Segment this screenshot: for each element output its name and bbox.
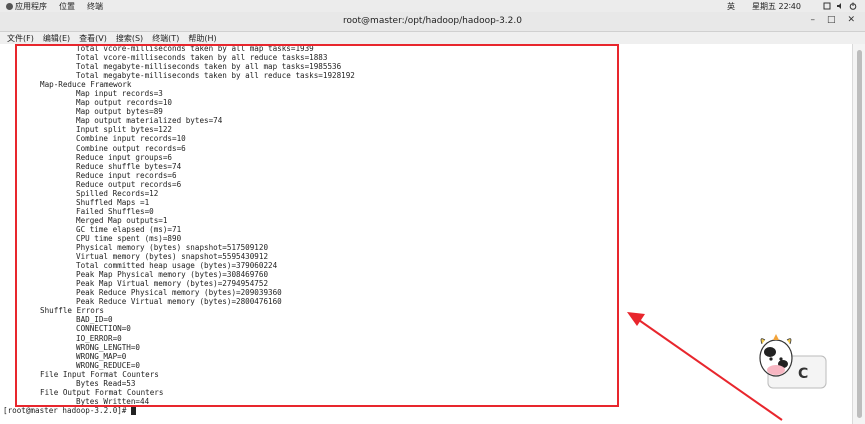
terminal-line: Bytes Read=53: [76, 378, 136, 388]
terminal-line: WRONG_MAP=0: [76, 351, 127, 361]
terminal-app-menu[interactable]: 终端: [87, 1, 103, 12]
cow-mascot-icon[interactable]: C: [750, 328, 830, 392]
svg-text:C: C: [798, 366, 808, 382]
terminal-line: Map output records=10: [76, 98, 173, 108]
menu-search[interactable]: 搜索(S): [116, 33, 143, 44]
output-lines: Total vcore-milliseconds taken by all ma…: [6, 44, 355, 406]
terminal-line: Map output materialized bytes=74: [76, 116, 223, 126]
terminal-line: Peak Map Virtual memory (bytes)=27949547…: [76, 279, 269, 289]
maximize-icon[interactable]: □: [827, 15, 836, 25]
window-title: root@master:/opt/hadoop/hadoop-3.2.0: [343, 16, 522, 26]
terminal-line: Shuffled Maps =1: [76, 197, 150, 207]
clock[interactable]: 星期五 22∶40: [752, 0, 801, 12]
terminal-line: Combine output records=6: [76, 143, 186, 153]
terminal-line: Reduce shuffle bytes=74: [76, 161, 182, 171]
terminal-line: Total megabyte-milliseconds taken by all…: [76, 62, 342, 72]
terminal-line: Combine input records=10: [76, 134, 186, 144]
power-icon[interactable]: [849, 0, 857, 12]
terminal-line: Map-Reduce Framework: [40, 80, 132, 90]
menu-edit[interactable]: 编辑(E): [43, 33, 70, 44]
terminal-line: Peak Reduce Physical memory (bytes)=2090…: [76, 288, 282, 298]
apps-icon: [6, 2, 13, 10]
terminal-line: WRONG_LENGTH=0: [76, 342, 141, 352]
terminal-line: Total megabyte-milliseconds taken by all…: [76, 71, 355, 81]
apps-menu[interactable]: 应用程序: [6, 1, 47, 12]
menu-file[interactable]: 文件(F): [7, 33, 34, 44]
terminal-line: WRONG_REDUCE=0: [76, 360, 141, 370]
terminal-line: Input split bytes=122: [76, 125, 173, 135]
scrollbar-thumb[interactable]: [857, 50, 862, 418]
terminal-line: File Input Format Counters: [40, 369, 159, 379]
terminal-line: Virtual memory (bytes) snapshot=55954309…: [76, 252, 269, 262]
close-icon[interactable]: ✕: [847, 15, 855, 25]
text-cursor: [131, 407, 137, 415]
terminal-menubar: 文件(F) 编辑(E) 查看(V) 搜索(S) 终端(T) 帮助(H): [0, 32, 865, 44]
terminal-line: Merged Map outputs=1: [76, 215, 168, 225]
terminal-line: Reduce input groups=6: [76, 152, 173, 162]
window-title-bar[interactable]: root@master:/opt/hadoop/hadoop-3.2.0 – □…: [0, 12, 865, 32]
places-menu[interactable]: 位置: [59, 1, 75, 12]
terminal-line: Physical memory (bytes) snapshot=5175091…: [76, 243, 269, 253]
terminal-line: IO_ERROR=0: [76, 333, 122, 343]
volume-icon[interactable]: [836, 0, 844, 12]
terminal-line: Reduce output records=6: [76, 179, 182, 189]
terminal-line: Total vcore-milliseconds taken by all re…: [76, 53, 328, 63]
network-icon[interactable]: [823, 0, 831, 12]
terminal-line: Shuffle Errors: [40, 306, 105, 316]
terminal-line: Map output bytes=89: [76, 107, 163, 117]
terminal-line: Map input records=3: [76, 89, 163, 99]
terminal-line: Total vcore-milliseconds taken by all ma…: [76, 44, 314, 53]
terminal-line: GC time elapsed (ms)=71: [76, 224, 182, 234]
terminal-line: Reduce input records=6: [76, 170, 177, 180]
terminal-line: BAD_ID=0: [76, 315, 113, 325]
terminal-line: Peak Map Physical memory (bytes)=3084697…: [76, 270, 269, 280]
terminal-scrollbar[interactable]: [852, 44, 865, 424]
system-top-bar: 应用程序 位置 终端 英 星期五 22∶40: [0, 0, 865, 12]
prompt-text: [root@master hadoop-3.2.0]#: [3, 406, 132, 415]
terminal-line: Failed Shuffles=0: [76, 206, 154, 216]
terminal-output[interactable]: Total vcore-milliseconds taken by all ma…: [0, 44, 852, 424]
menu-terminal[interactable]: 终端(T): [152, 33, 179, 44]
menu-help[interactable]: 帮助(H): [188, 33, 216, 44]
input-method-indicator[interactable]: 英: [727, 0, 735, 12]
terminal-line: Total committed heap usage (bytes)=37906…: [76, 261, 278, 271]
menu-view[interactable]: 查看(V): [79, 33, 107, 44]
terminal-line: CPU time spent (ms)=890: [76, 233, 182, 243]
minimize-icon[interactable]: –: [810, 15, 815, 25]
terminal-line: Bytes Written=44: [76, 396, 150, 406]
terminal-line: Spilled Records=12: [76, 188, 159, 198]
terminal-line: CONNECTION=0: [76, 324, 131, 334]
shell-prompt[interactable]: [root@master hadoop-3.2.0]#: [3, 406, 137, 416]
terminal-line: Peak Reduce Virtual memory (bytes)=28004…: [76, 297, 282, 307]
terminal-line: File Output Format Counters: [40, 387, 164, 397]
